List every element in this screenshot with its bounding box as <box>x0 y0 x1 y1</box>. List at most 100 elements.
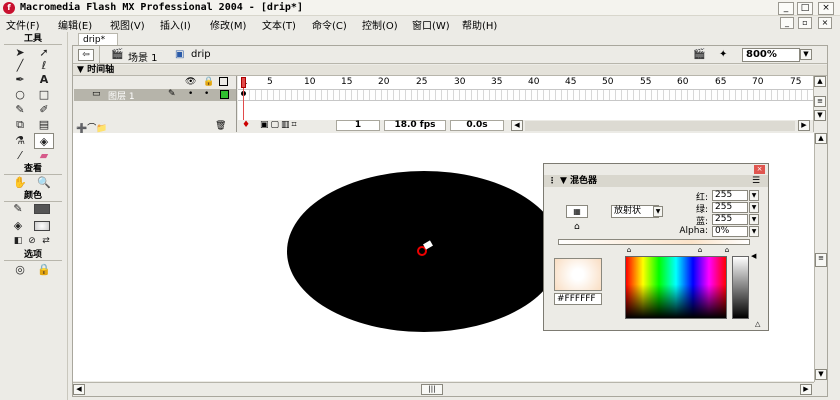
close-button[interactable]: × <box>818 2 834 15</box>
fill-type-dropdown-icon[interactable]: ▼ <box>653 206 663 217</box>
gradient-stop-marker[interactable]: ⌂ <box>696 246 704 254</box>
bucket-icon[interactable]: ⌂ <box>574 222 580 232</box>
red-dropdown-icon[interactable]: ▼ <box>749 190 759 201</box>
hand-tool-icon[interactable]: ✋ <box>10 175 30 191</box>
playhead[interactable] <box>241 77 246 88</box>
layer-row[interactable]: ▭ 图层 1 ✎ • • <box>74 89 236 102</box>
gradient-stop-marker[interactable]: ⌂ <box>625 246 633 254</box>
pencil-tool-icon[interactable]: ✎ <box>10 102 30 118</box>
fill-transform-tool-icon[interactable]: ▤ <box>34 117 54 133</box>
frame-row[interactable] <box>238 89 813 101</box>
brightness-arrow-icon[interactable]: ◀ <box>751 252 756 260</box>
fill-type-select[interactable]: 放射状 <box>611 205 659 218</box>
doc-restore-button[interactable]: ▫ <box>798 17 812 29</box>
brightness-slider[interactable] <box>732 256 749 319</box>
symbol-breadcrumb[interactable]: drip <box>191 49 211 60</box>
zoom-select[interactable]: 800% <box>742 48 800 62</box>
scroll-up-icon[interactable]: ▲ <box>814 76 826 87</box>
visible-dot-icon[interactable]: • <box>188 89 193 99</box>
green-input[interactable]: 255 <box>712 202 748 213</box>
onion-skin-icons[interactable]: ▣▢▥⌗ <box>260 120 299 130</box>
gap-size-icon[interactable]: ◎ <box>10 262 30 278</box>
scroll-down-icon[interactable]: ▼ <box>814 110 826 121</box>
rectangle-tool-icon[interactable]: □ <box>34 87 54 103</box>
menu-insert[interactable]: 插入(I) <box>160 17 191 32</box>
center-frame-icon[interactable]: ♦ <box>242 120 250 130</box>
eraser-tool-icon[interactable]: ▰ <box>34 148 54 164</box>
show-hide-icon[interactable]: 👁 <box>185 77 196 87</box>
layer-outline-color[interactable] <box>220 90 229 99</box>
stroke-color-swatch[interactable] <box>34 204 50 214</box>
timeline-scroll-right-icon[interactable]: ▶ <box>798 120 810 131</box>
lock-fill-icon[interactable]: 🔒 <box>34 262 54 278</box>
stage-vscroll[interactable]: ▲ ≡ ▼ <box>814 133 827 382</box>
mixer-close-icon[interactable]: × <box>754 165 765 174</box>
doc-minimize-button[interactable]: _ <box>780 17 794 29</box>
collapse-icon[interactable]: △ <box>755 320 760 328</box>
stage-scroll-left-icon[interactable]: ◀ <box>73 384 85 395</box>
gradient-definition-bar[interactable] <box>558 239 750 245</box>
flash-app-icon[interactable]: f <box>3 2 15 14</box>
mixer-options-icon[interactable]: ☰ <box>752 175 760 187</box>
paint-bucket-tool-icon[interactable]: ◈ <box>34 133 54 149</box>
menu-file[interactable]: 文件(F) <box>6 17 40 32</box>
stage-vscroll-thumb[interactable]: ≡ <box>815 253 827 267</box>
edit-symbol-icon[interactable]: ✦ <box>719 49 727 60</box>
lock-dot-icon[interactable]: • <box>204 89 209 99</box>
free-transform-tool-icon[interactable]: ⧉ <box>10 117 30 133</box>
lock-layers-icon[interactable]: 🔒 <box>203 77 214 87</box>
menu-modify[interactable]: 修改(M) <box>210 17 246 32</box>
frames-area[interactable]: 1 5 10 15 20 25 30 35 40 45 50 55 60 65 … <box>238 76 813 120</box>
minimize-button[interactable]: _ <box>778 2 794 15</box>
eyedropper-tool-icon[interactable]: ⁄ <box>10 148 30 164</box>
blue-input[interactable]: 255 <box>712 214 748 225</box>
timeline-hscroll-track[interactable] <box>525 121 795 131</box>
menu-commands[interactable]: 命令(C) <box>312 17 347 32</box>
timeline-vscroll[interactable]: ▲ ≡ ▼ <box>813 76 827 132</box>
fill-style-icon[interactable]: ▦ <box>566 205 588 218</box>
menu-edit[interactable]: 编辑(E) <box>58 17 92 32</box>
gradient-stop-marker[interactable]: ⌂ <box>723 246 731 254</box>
zoom-dropdown-icon[interactable]: ▼ <box>800 49 812 60</box>
green-dropdown-icon[interactable]: ▼ <box>749 202 759 213</box>
timeline-scroll-left-icon[interactable]: ◀ <box>511 120 523 131</box>
alpha-input[interactable]: 0% <box>712 226 748 237</box>
stroke-color-icon[interactable]: ✎ <box>8 201 28 217</box>
stage-scroll-right-icon[interactable]: ▶ <box>800 384 812 395</box>
alpha-dropdown-icon[interactable]: ▼ <box>749 226 759 237</box>
scene-breadcrumb[interactable]: 场景 1 <box>128 49 158 64</box>
fill-color-icon[interactable]: ◈ <box>8 218 28 234</box>
menu-view[interactable]: 视图(V) <box>110 17 145 32</box>
stage-scroll-up-icon[interactable]: ▲ <box>815 133 827 144</box>
outline-icon[interactable] <box>219 77 228 86</box>
scroll-thumb[interactable]: ≡ <box>814 96 826 107</box>
timeline-header[interactable]: ▼ 时间轴 <box>73 65 827 76</box>
doc-close-button[interactable]: × <box>818 17 832 29</box>
maximize-button[interactable]: □ <box>797 2 813 15</box>
stage-scroll-down-icon[interactable]: ▼ <box>815 369 827 380</box>
ink-bottle-tool-icon[interactable]: ⚗ <box>10 133 30 149</box>
menu-window[interactable]: 窗口(W) <box>412 17 450 32</box>
text-tool-icon[interactable]: A <box>34 72 54 88</box>
zoom-tool-icon[interactable]: 🔍 <box>34 175 54 191</box>
delete-layer-icon[interactable]: 🗑 <box>215 121 226 131</box>
oval-tool-icon[interactable]: ○ <box>10 87 30 103</box>
swap-colors-icon[interactable]: ⇄ <box>36 233 56 249</box>
pen-tool-icon[interactable]: ✒ <box>10 72 30 88</box>
brush-tool-icon[interactable]: ✐ <box>34 102 54 118</box>
menu-text[interactable]: 文本(T) <box>262 17 296 32</box>
layer-name[interactable]: 图层 1 <box>108 89 135 102</box>
hex-color-input[interactable]: #FFFFFF <box>554 293 602 305</box>
gripper-icon[interactable]: ⋮ <box>548 175 556 187</box>
edit-scene-icon[interactable]: 🎬 <box>693 49 705 60</box>
stage-hscroll[interactable]: ◀ ||| ▶ <box>73 382 814 396</box>
mixer-title-bar[interactable]: ⋮ ▼ 混色器 ☰ <box>544 175 768 187</box>
color-spectrum[interactable] <box>625 256 727 319</box>
blue-dropdown-icon[interactable]: ▼ <box>749 214 759 225</box>
fill-color-swatch[interactable] <box>34 221 50 231</box>
menu-help[interactable]: 帮助(H) <box>462 17 497 32</box>
mixer-panel-titlebar[interactable]: × <box>544 164 768 175</box>
menu-control[interactable]: 控制(O) <box>362 17 398 32</box>
red-input[interactable]: 255 <box>712 190 748 201</box>
stage-hscroll-thumb[interactable]: ||| <box>421 384 443 395</box>
